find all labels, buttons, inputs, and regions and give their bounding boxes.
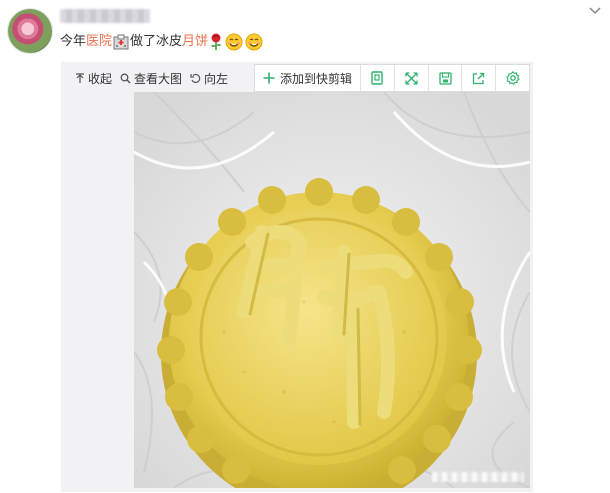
rose-emoji <box>209 33 223 51</box>
post-text-segment: 今年 <box>60 34 87 49</box>
user-avatar[interactable] <box>8 9 52 53</box>
save-icon <box>438 71 452 85</box>
search-icon <box>120 73 131 84</box>
rotate-left-icon <box>190 73 201 83</box>
mooncake-photo[interactable] <box>134 92 530 488</box>
collapse-label: 收起 <box>88 71 113 86</box>
clip-settings-button[interactable] <box>496 65 529 91</box>
image-toolbar: 收起 查看大图 向左 <box>75 66 236 90</box>
watermark <box>432 472 524 482</box>
clip-expand-button[interactable] <box>395 65 429 91</box>
mooncake-topic-link[interactable]: 月饼 <box>182 33 208 51</box>
view-large-button[interactable]: 查看大图 <box>120 70 182 87</box>
rotate-left-label: 向左 <box>204 71 229 86</box>
rotate-left-button[interactable]: 向左 <box>190 70 228 87</box>
settings-icon <box>505 71 520 85</box>
page-icon <box>371 71 384 85</box>
clipper-toolbar: 添加到快剪辑 <box>254 64 530 92</box>
add-to-clipper-button[interactable]: 添加到快剪辑 <box>255 65 362 91</box>
clip-page-button[interactable] <box>361 65 395 91</box>
add-to-clipper-label: 添加到快剪辑 <box>280 71 353 86</box>
clip-save-button[interactable] <box>429 65 463 91</box>
mooncake-image <box>134 92 530 488</box>
view-large-label: 查看大图 <box>134 71 183 86</box>
hospital-topic-link[interactable]: 医院 <box>86 33 112 51</box>
clip-share-button[interactable] <box>462 65 497 91</box>
plus-icon <box>263 72 275 84</box>
username[interactable] <box>60 9 150 23</box>
smiley-emoji <box>245 33 263 51</box>
share-icon <box>473 72 485 84</box>
collapse-button[interactable]: 收起 <box>75 70 112 87</box>
media-card: 收起 查看大图 向左 添加到快剪辑 <box>61 62 533 492</box>
more-menu-chevron-icon[interactable] <box>586 4 604 18</box>
smiley-emoji <box>225 33 243 51</box>
hospital-emoji <box>113 34 129 50</box>
expand-icon <box>405 71 418 85</box>
post-text: 今年 医院 做了冰皮 月饼 <box>60 33 264 51</box>
post-text-segment: 做了冰皮 <box>130 34 183 49</box>
collapse-up-icon <box>76 72 84 83</box>
